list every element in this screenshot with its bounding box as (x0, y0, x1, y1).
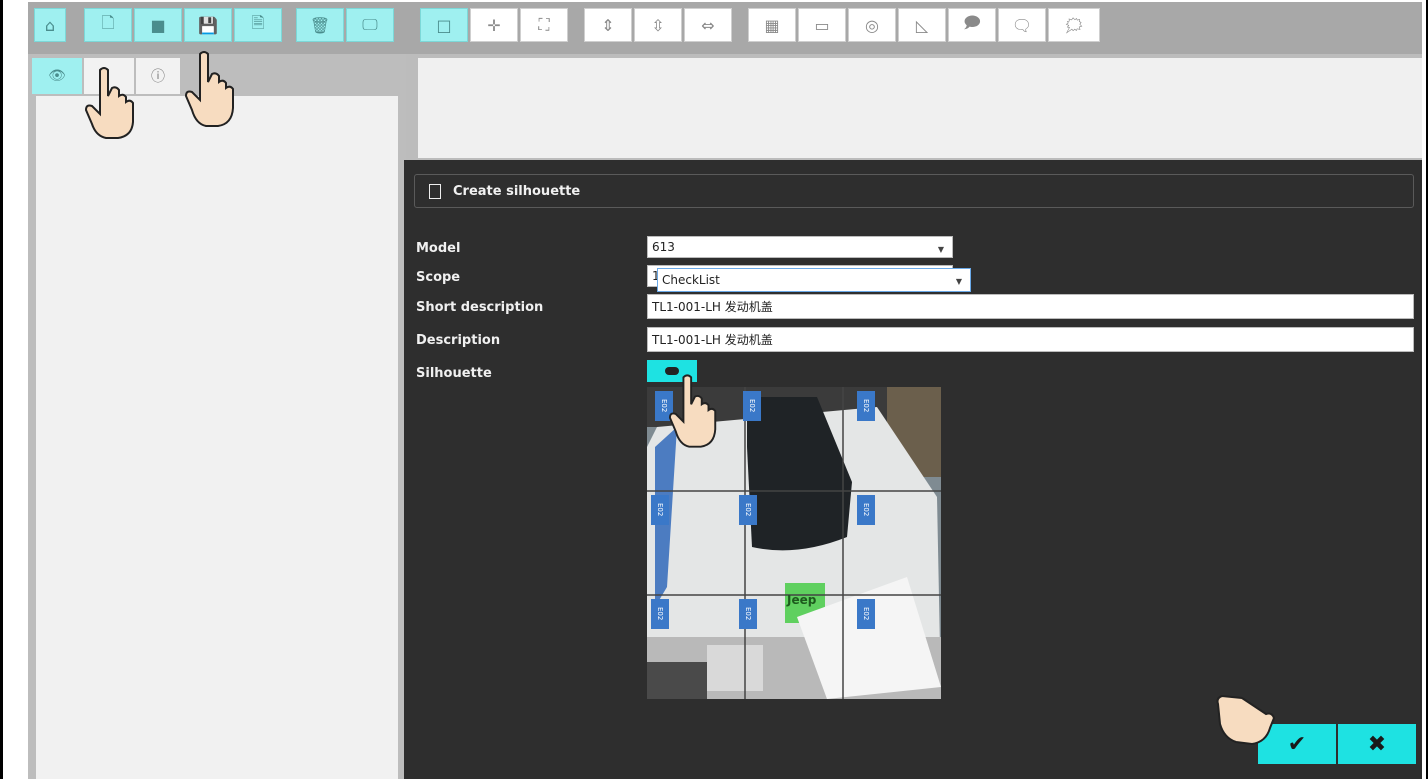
short-description-label: Short description (416, 300, 544, 315)
speech-round-button[interactable]: 🗨 (998, 8, 1046, 42)
cancel-button[interactable]: ✖ (1338, 724, 1416, 764)
short-description-value: TL1-001-LH 发动机盖 (652, 300, 773, 314)
vertical-align-button[interactable]: ⇳ (634, 8, 682, 42)
move-button[interactable]: ✛ (470, 8, 518, 42)
scope-value: CheckList (662, 273, 720, 287)
pointer-hand-icon (668, 374, 717, 448)
flip-vertical-button[interactable]: ⇕ (584, 8, 632, 42)
jeep-logo-text: Jeep (787, 593, 817, 607)
circle-icon: ◎ (865, 15, 879, 35)
save-icon: 💾 (198, 15, 218, 35)
monitor-icon: 🖵 (362, 15, 378, 34)
home-icon: ⌂ (44, 15, 56, 35)
short-description-input[interactable]: TL1-001-LH 发动机盖 (647, 294, 1414, 319)
eye-icon: 👁 (48, 68, 66, 84)
horizontal-align-icon: ⇔ (701, 15, 715, 35)
info-icon: ⓘ (151, 69, 165, 85)
polygon-icon: ◺ (915, 15, 929, 35)
pointer-hand-icon (1216, 694, 1276, 746)
description-input[interactable]: TL1-001-LH 发动机盖 (647, 327, 1414, 352)
canvas-area (418, 58, 1422, 158)
flip-vertical-icon: ⇕ (601, 15, 615, 35)
zone-tag[interactable]: E02 (857, 599, 875, 629)
description-label: Description (416, 333, 501, 348)
zone-tag[interactable]: E02 (857, 391, 875, 421)
tab-info[interactable]: ⓘ (136, 58, 180, 94)
rectangle-button[interactable]: ▭ (798, 8, 846, 42)
horizontal-align-button[interactable]: ⇔ (684, 8, 732, 42)
move-icon: ✛ (487, 15, 501, 35)
grid-button[interactable]: ▦ (748, 8, 796, 42)
description-value: TL1-001-LH 发动机盖 (652, 333, 773, 347)
rectangle-icon: ▭ (814, 15, 830, 35)
zone-tag[interactable]: E02 (739, 495, 757, 525)
delete-icon: 🗑 (309, 15, 331, 35)
select-rect-icon: □ (436, 15, 452, 35)
model-value: 613 (652, 240, 675, 254)
zone-tag[interactable]: E02 (651, 599, 669, 629)
pointer-hand-icon (84, 67, 134, 139)
fit-icon: ⛶ (538, 15, 550, 34)
speech-round-icon: 🗨 (1011, 15, 1033, 35)
zone-tag[interactable]: E02 (743, 391, 761, 421)
camera-icon: ■ (150, 15, 166, 35)
speech-lasso-icon: 🗯 (1063, 15, 1085, 35)
document-icon (429, 183, 441, 199)
grid-icon: ▦ (764, 15, 780, 35)
chevron-down-icon: ▼ (937, 245, 944, 254)
speech-rect-icon: 🗩 (963, 12, 981, 32)
scope-select[interactable]: CheckList ▼ (657, 268, 971, 292)
model-select[interactable]: 613 ▼ (647, 236, 953, 258)
zone-tag[interactable]: E02 (739, 599, 757, 629)
tab-view[interactable]: 👁 (32, 58, 82, 94)
dialog-header: Create silhouette (414, 174, 1414, 208)
save-as-icon: 🗎 (251, 12, 265, 32)
app-window: ⌂ 🗋 ■ 💾 🗎 🗑 🖵 □ ✛ ⛶ ⇕ ⇳ ⇔ ▦ ▭ ◎ ◺ 🗩 🗨 🗯 … (0, 0, 1428, 779)
silhouette-label: Silhouette (416, 366, 492, 381)
dialog-title: Create silhouette (453, 183, 581, 199)
fit-button[interactable]: ⛶ (520, 8, 568, 42)
camera-button[interactable]: ■ (134, 8, 182, 42)
check-icon: ✔ (1287, 731, 1307, 757)
pointer-hand-icon (184, 51, 234, 127)
silhouette-list-panel (36, 96, 398, 779)
display-button[interactable]: 🖵 (346, 8, 394, 42)
circle-button[interactable]: ◎ (848, 8, 896, 42)
close-icon: ✖ (1367, 731, 1387, 757)
home-button[interactable]: ⌂ (34, 8, 66, 42)
polygon-button[interactable]: ◺ (898, 8, 946, 42)
scope-label: Scope (416, 270, 461, 285)
new-silhouette-button[interactable]: 🗋 (84, 8, 132, 42)
speech-lasso-button[interactable]: 🗯 (1048, 8, 1100, 42)
chevron-down-icon: ▼ (955, 277, 962, 286)
zone-tag[interactable]: E02 (857, 495, 875, 525)
speech-rect-button[interactable]: 🗩 (948, 8, 996, 42)
model-label: Model (416, 241, 461, 256)
window-border-left (0, 0, 3, 779)
vertical-align-icon: ⇳ (651, 15, 665, 35)
save-as-button[interactable]: 🗎 (234, 8, 282, 42)
new-document-icon: 🗋 (101, 12, 115, 32)
select-rect-button[interactable]: □ (420, 8, 468, 42)
zone-tag[interactable]: E02 (651, 495, 669, 525)
save-button[interactable]: 💾 (184, 8, 232, 42)
delete-button[interactable]: 🗑 (296, 8, 344, 42)
